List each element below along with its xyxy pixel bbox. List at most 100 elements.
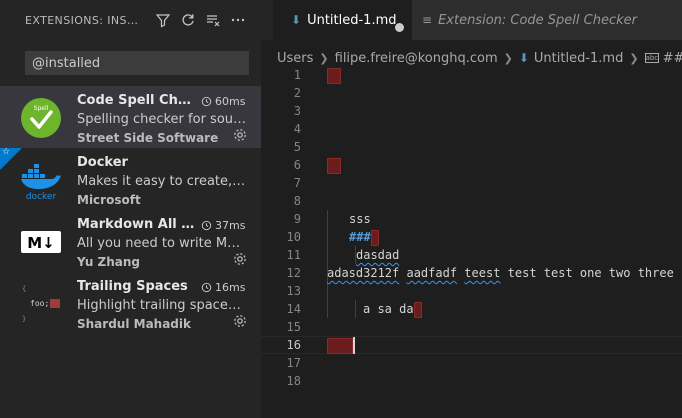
- gear-icon[interactable]: [232, 313, 248, 329]
- activation-time: 16ms: [201, 281, 245, 294]
- activation-time: 60ms: [201, 95, 245, 108]
- trailing-spaces-icon: { foo; }: [20, 283, 62, 325]
- editor-tab-bar: ⬇ Untitled-1.md ≡ Extension: Code Spell …: [261, 0, 682, 40]
- line-number: 13: [286, 284, 301, 298]
- chevron-right-icon: ❯: [319, 51, 329, 65]
- current-line-highlight: [261, 336, 682, 354]
- gear-icon[interactable]: [232, 251, 248, 267]
- svg-text:foo;: foo;: [30, 299, 49, 308]
- svg-text:docker: docker: [26, 192, 57, 201]
- tab-label: Untitled-1.md: [307, 12, 397, 28]
- line-number: 15: [286, 320, 301, 334]
- line-number: 7: [293, 176, 301, 190]
- misspelled-word: aadfadf: [406, 266, 458, 280]
- svg-text:{: {: [22, 285, 26, 293]
- misspelled-word: adasd3212f: [327, 266, 400, 280]
- clock-icon: [201, 220, 212, 231]
- extension-item-trailing-spaces[interactable]: { foo; } Trailing Spaces 16ms Highlight …: [0, 272, 261, 334]
- code-line-1: [327, 66, 341, 84]
- breadcrumb-users[interactable]: Users: [277, 51, 313, 66]
- symbol-string-icon: abc: [644, 53, 659, 63]
- line-number: 5: [293, 140, 301, 154]
- code-line-12: adasd3212f aadfadf teest test test one t…: [327, 264, 674, 282]
- sidebar-title: EXTENSIONS: INSTA...: [25, 14, 143, 27]
- extension-publisher: Yu Zhang: [77, 255, 141, 269]
- code-line-16: [327, 336, 355, 354]
- line-number: 17: [286, 356, 301, 370]
- trailing-space-highlight: [327, 157, 341, 174]
- code-line-6: [327, 156, 341, 174]
- tab-extension-code-spell-checker[interactable]: ≡ Extension: Code Spell Checker: [412, 0, 682, 40]
- refresh-icon[interactable]: [175, 11, 200, 29]
- svg-text:M↓: M↓: [27, 234, 55, 252]
- filter-icon[interactable]: [150, 11, 175, 29]
- sidebar-header: EXTENSIONS: INSTA...: [0, 0, 261, 40]
- clock-icon: [201, 96, 212, 107]
- markdown-file-icon: ⬇: [291, 13, 302, 27]
- extension-publisher: Shardul Mahadik: [77, 317, 191, 331]
- line-number: 4: [293, 122, 301, 136]
- extension-item-markdown-all-in-one[interactable]: M↓ Markdown All i... 37ms All you need t…: [0, 210, 261, 272]
- clock-icon: [201, 282, 212, 293]
- code-line-10: ###: [349, 228, 379, 246]
- line-number: 1: [293, 68, 301, 82]
- trailing-space-highlight: [413, 301, 422, 318]
- extension-item-docker[interactable]: ☆ docker Docker Makes it easy to create,…: [0, 147, 261, 210]
- line-number: 6: [293, 158, 301, 172]
- more-icon[interactable]: [225, 11, 250, 29]
- code-text: test test one two three: [507, 266, 674, 280]
- unsaved-dot-icon[interactable]: [395, 23, 404, 32]
- breadcrumb-symbol[interactable]: ###: [663, 51, 682, 66]
- sidebar-actions: [150, 11, 250, 29]
- extension-description: All you need to write Mark...: [77, 236, 247, 251]
- preview-icon: ≡: [422, 13, 433, 27]
- gear-icon[interactable]: [232, 127, 248, 143]
- markdown-file-icon: ⬇: [518, 51, 529, 65]
- activation-time-text: 16ms: [215, 281, 246, 294]
- extension-search-box: [25, 51, 249, 75]
- line-number: 14: [286, 302, 301, 316]
- code-line-9: sss: [349, 212, 371, 226]
- extension-name: Docker: [77, 155, 128, 170]
- misspelled-word: teest: [464, 266, 501, 280]
- extensions-sidebar: EXTENSIONS: INSTA... Spell: [0, 0, 261, 418]
- heading-marker: ###: [349, 230, 371, 244]
- markdown-icon: M↓: [21, 231, 61, 253]
- line-number: 11: [286, 248, 301, 262]
- extension-item-code-spell-checker[interactable]: Spell Code Spell Che... 60ms Spelling ch…: [0, 86, 261, 148]
- line-number: 8: [293, 194, 301, 208]
- svg-text:}: }: [22, 315, 26, 323]
- line-number: 9: [293, 212, 301, 226]
- activation-time-text: 37ms: [215, 219, 246, 232]
- line-number: 12: [286, 266, 301, 280]
- extension-list: Spell Code Spell Che... 60ms Spelling ch…: [0, 86, 261, 334]
- line-number: 10: [286, 230, 301, 244]
- tab-untitled-1[interactable]: ⬇ Untitled-1.md: [273, 0, 412, 40]
- clear-all-icon[interactable]: [200, 11, 225, 29]
- breadcrumb: Users ❯ filipe.freire@konghq.com ❯ ⬇ Unt…: [277, 48, 682, 68]
- trailing-space-highlight: [327, 337, 353, 354]
- extension-name: Trailing Spaces: [77, 279, 188, 294]
- extension-description: Spelling checker for sourc...: [77, 112, 247, 127]
- chevron-right-icon: ❯: [503, 51, 513, 65]
- extension-description: Highlight trailing spaces a...: [77, 298, 247, 313]
- extension-publisher: Microsoft: [77, 193, 141, 207]
- indent-guide: [355, 300, 356, 318]
- line-number-current: 16: [286, 338, 301, 352]
- text-cursor: [353, 337, 355, 354]
- chevron-right-icon: ❯: [629, 51, 639, 65]
- breadcrumb-file[interactable]: Untitled-1.md: [534, 51, 623, 66]
- tab-label: Extension: Code Spell Checker: [438, 12, 637, 28]
- line-number: 2: [293, 86, 301, 100]
- extension-name: Markdown All i...: [77, 217, 197, 232]
- extension-name: Code Spell Che...: [77, 93, 197, 108]
- trailing-space-highlight: [370, 229, 379, 246]
- breadcrumb-user-folder[interactable]: filipe.freire@konghq.com: [335, 51, 498, 66]
- docker-icon: docker: [21, 164, 61, 201]
- line-number: 3: [293, 104, 301, 118]
- extension-publisher: Street Side Software: [77, 131, 219, 145]
- extension-description: Makes it easy to create, m...: [77, 174, 247, 189]
- activation-time-text: 60ms: [215, 95, 246, 108]
- line-number: 18: [286, 374, 301, 388]
- extension-search-input[interactable]: [26, 52, 248, 75]
